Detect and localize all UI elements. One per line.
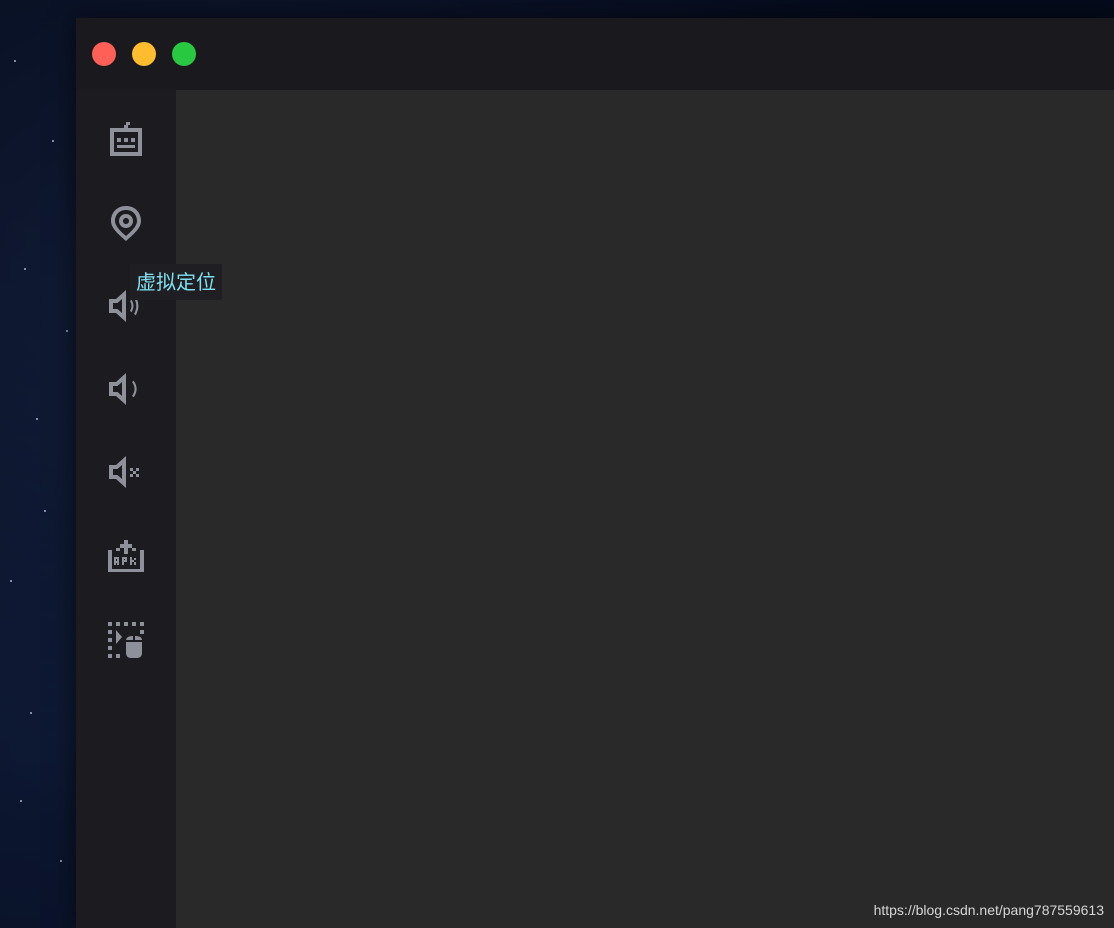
star [36,418,38,420]
star [66,330,68,332]
mute-icon [109,456,139,488]
star [24,268,26,270]
sidebar-toolbar [76,90,176,928]
mute-button[interactable] [104,450,148,494]
star [30,712,32,714]
star [60,860,62,862]
location-pin-icon [111,206,141,241]
volume-down-button[interactable] [104,367,148,411]
close-window-button[interactable] [92,42,116,66]
tooltip: 虚拟定位 [130,264,222,300]
star [10,580,12,582]
star [14,60,16,62]
titlebar [76,18,1114,90]
keyboard-icon [110,122,142,156]
watermark-text: https://blog.csdn.net/pang787559613 [873,902,1104,918]
minimize-window-button[interactable] [132,42,156,66]
zoom-window-button[interactable] [172,42,196,66]
mouse-control-button[interactable] [104,618,148,662]
app-window [76,18,1114,928]
star [20,800,22,802]
install-apk-button[interactable] [104,534,148,578]
apk-upload-icon [108,540,144,572]
keyboard-button[interactable] [104,118,148,162]
virtual-location-button[interactable] [104,201,148,245]
star [44,510,46,512]
star [52,140,54,142]
volume-down-icon [109,373,137,405]
device-screen-area[interactable] [176,90,1114,928]
mouse-control-icon [108,622,144,658]
